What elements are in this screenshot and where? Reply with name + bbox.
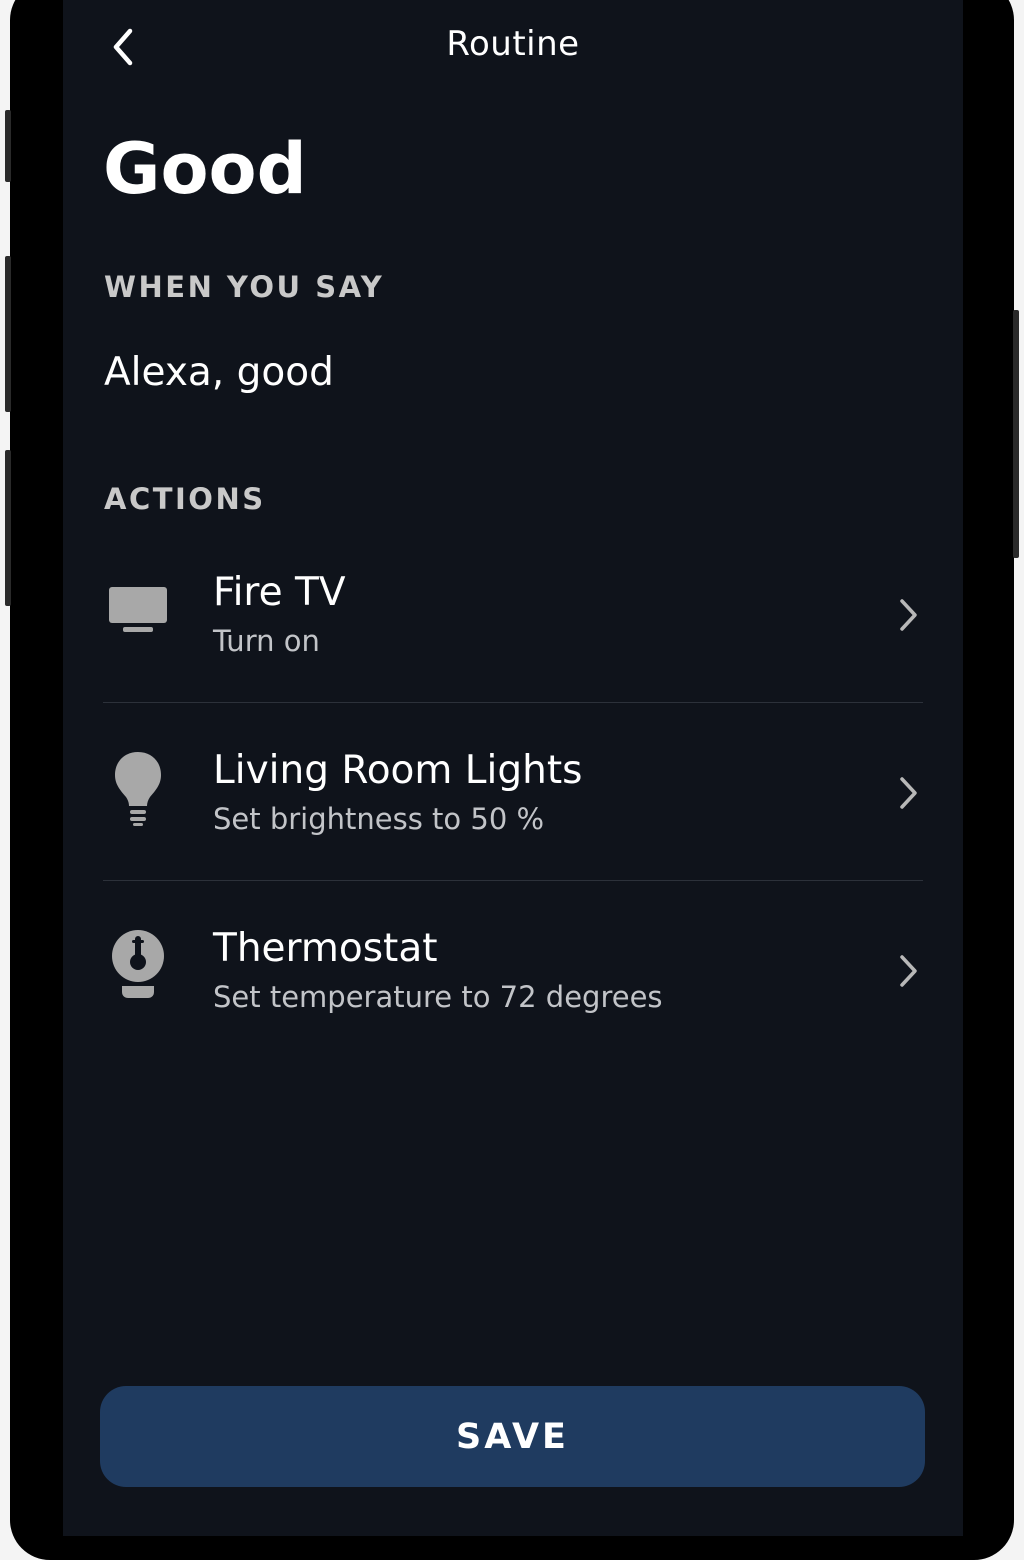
thermostat-icon xyxy=(105,926,171,1006)
divider xyxy=(103,880,923,881)
save-button[interactable]: SAVE xyxy=(100,1386,925,1487)
power-button xyxy=(1013,310,1019,558)
routine-name[interactable]: Good xyxy=(103,128,307,210)
chevron-right-icon xyxy=(893,595,923,635)
action-item-fire-tv[interactable]: Fire TV Turn on xyxy=(103,560,923,738)
action-subtitle: Turn on xyxy=(213,624,320,658)
routine-screen: Routine Good WHEN YOU SAY Alexa, good AC… xyxy=(63,0,963,1536)
actions-heading: ACTIONS xyxy=(104,482,266,516)
mute-switch xyxy=(5,110,11,182)
top-bar: Routine xyxy=(63,0,963,95)
action-title: Fire TV xyxy=(213,570,346,615)
when-you-say-heading: WHEN YOU SAY xyxy=(104,270,385,304)
chevron-right-icon xyxy=(893,951,923,991)
action-subtitle: Set brightness to 50 % xyxy=(213,802,545,836)
lightbulb-icon xyxy=(105,748,171,828)
trigger-phrase[interactable]: Alexa, good xyxy=(104,350,334,395)
action-item-living-room-lights[interactable]: Living Room Lights Set brightness to 50 … xyxy=(103,738,923,916)
action-item-thermostat[interactable]: Thermostat Set temperature to 72 degrees xyxy=(103,916,923,1094)
page-title: Routine xyxy=(446,24,580,64)
volume-up-button xyxy=(5,256,11,412)
action-title: Thermostat xyxy=(213,926,438,971)
volume-down-button xyxy=(5,450,11,606)
action-title: Living Room Lights xyxy=(213,748,583,793)
action-subtitle: Set temperature to 72 degrees xyxy=(213,980,663,1014)
tv-icon xyxy=(105,570,171,650)
chevron-right-icon xyxy=(893,773,923,813)
divider xyxy=(103,702,923,703)
